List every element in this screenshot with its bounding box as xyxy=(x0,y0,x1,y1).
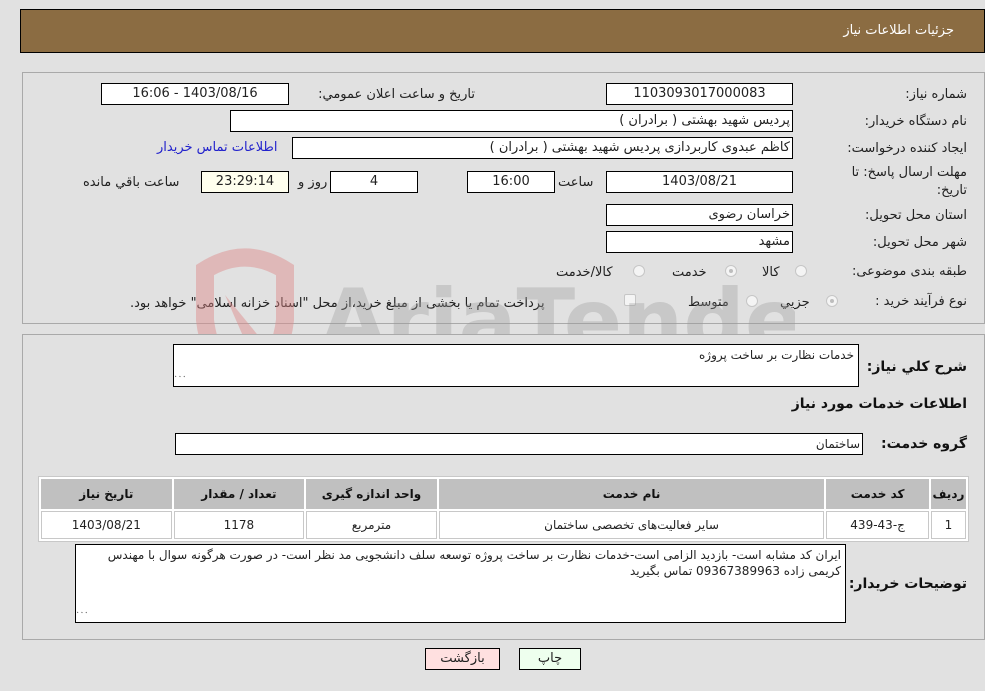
announce-datetime-field: 1403/08/16 - 16:06 xyxy=(101,83,289,105)
category-radio-service[interactable] xyxy=(725,265,737,277)
remaining-days-field: 4 xyxy=(330,171,418,193)
deadline-time-field: 16:00 xyxy=(467,171,555,193)
province-field: خراسان رضوی xyxy=(606,204,793,226)
category-radio-goods[interactable] xyxy=(795,265,807,277)
city-label: شهر محل تحويل: xyxy=(872,235,967,250)
category-label: طبقه بندی موضوعی: xyxy=(851,264,967,279)
buyer-org-field: پرديس شهيد بهشتی ( برادران ) xyxy=(230,110,793,132)
cell-row-number: 1 xyxy=(930,511,966,539)
city-field: مشهد xyxy=(606,231,793,253)
service-group-field: ساختمان xyxy=(175,433,863,455)
province-label: استان محل تحويل: xyxy=(865,208,967,223)
table-header-row: رديف كد خدمت نام خدمت واحد اندازه گيری ت… xyxy=(41,479,966,509)
announce-datetime-label: تاريخ و ساعت اعلان عمومي: xyxy=(318,87,475,102)
col-unit: واحد اندازه گيری xyxy=(306,479,437,509)
requester-field: كاظم عبدوی كاربردازی پرديس شهيد بهشتی ( … xyxy=(292,137,793,159)
remaining-time-field: 23:29:14 xyxy=(201,171,289,193)
need-number-field: 1103093017000083 xyxy=(606,83,793,105)
purchase-type-label: نوع فرآيند خريد : xyxy=(875,294,967,309)
treasury-checkbox[interactable] xyxy=(624,294,636,306)
summary-label: شرح كلي نياز: xyxy=(866,359,967,375)
cell-service-code: ج-43-439 xyxy=(826,511,929,539)
col-service-code: كد خدمت xyxy=(826,479,929,509)
resize-grip-icon[interactable]: ⋰ xyxy=(74,604,92,622)
buyer-org-label: نام دستگاه خريدار: xyxy=(864,114,967,129)
purchase-type-radio-minor[interactable] xyxy=(826,295,838,307)
buyer-contact-link[interactable]: اطلاعات تماس خريدار xyxy=(157,140,277,155)
col-quantity: تعداد / مقدار xyxy=(173,479,305,509)
purchase-type-radio-medium[interactable] xyxy=(746,295,758,307)
col-need-date: تاريخ نياز xyxy=(41,479,172,509)
resize-grip-icon[interactable]: ⋰ xyxy=(172,368,190,386)
days-label: روز و xyxy=(298,175,328,190)
table-row: 1 ج-43-439 ساير فعاليت‌های تخصصی ساختمان… xyxy=(41,511,966,539)
cell-unit: مترمربع xyxy=(306,511,437,539)
deadline-label-date: تاريخ: xyxy=(936,183,967,198)
buyer-notes-label: توضيحات خريدار: xyxy=(848,576,967,592)
services-heading: اطلاعات خدمات مورد نياز xyxy=(791,396,967,412)
category-option-service: خدمت xyxy=(672,265,707,280)
buyer-notes-textarea[interactable]: ايران كد مشابه است- بازديد الزامی است-خد… xyxy=(75,544,846,623)
summary-textarea[interactable]: خدمات نظارت بر ساخت پروژه ⋰ xyxy=(173,344,859,387)
purchase-type-option-minor: جزيي xyxy=(780,295,810,310)
treasury-note: پرداخت تمام يا بخشی از مبلغ خريد،از محل … xyxy=(130,296,545,311)
page-header: جزئيات اطلاعات نياز xyxy=(20,9,985,53)
col-service-name: نام خدمت xyxy=(438,479,825,509)
cell-quantity: 1178 xyxy=(173,511,305,539)
deadline-date-field: 1403/08/21 xyxy=(606,171,793,193)
requester-label: ايجاد كننده درخواست: xyxy=(847,141,967,156)
back-button[interactable]: بازگشت xyxy=(425,648,500,670)
deadline-label: مهلت ارسال پاسخ: تا xyxy=(851,165,967,180)
remaining-time-label: ساعت باقي مانده xyxy=(83,175,180,190)
cell-need-date: 1403/08/21 xyxy=(41,511,172,539)
cell-service-name: ساير فعاليت‌های تخصصی ساختمان xyxy=(438,511,825,539)
purchase-type-option-medium: متوسط xyxy=(688,295,729,310)
summary-value: خدمات نظارت بر ساخت پروژه xyxy=(699,348,854,362)
category-option-goods-service: كالا/خدمت xyxy=(556,265,613,280)
category-radio-goods-service[interactable] xyxy=(633,265,645,277)
page-title: جزئيات اطلاعات نياز xyxy=(843,23,954,38)
need-number-label: شماره نياز: xyxy=(905,87,967,102)
services-table: رديف كد خدمت نام خدمت واحد اندازه گيری ت… xyxy=(38,476,969,542)
col-row-number: رديف xyxy=(930,479,966,509)
deadline-time-label: ساعت xyxy=(558,175,594,190)
print-button[interactable]: چاپ xyxy=(519,648,581,670)
buyer-notes-value: ايران كد مشابه است- بازديد الزامی است-خد… xyxy=(107,548,841,578)
service-group-label: گروه خدمت: xyxy=(881,436,967,452)
category-option-goods: كالا xyxy=(762,265,780,280)
